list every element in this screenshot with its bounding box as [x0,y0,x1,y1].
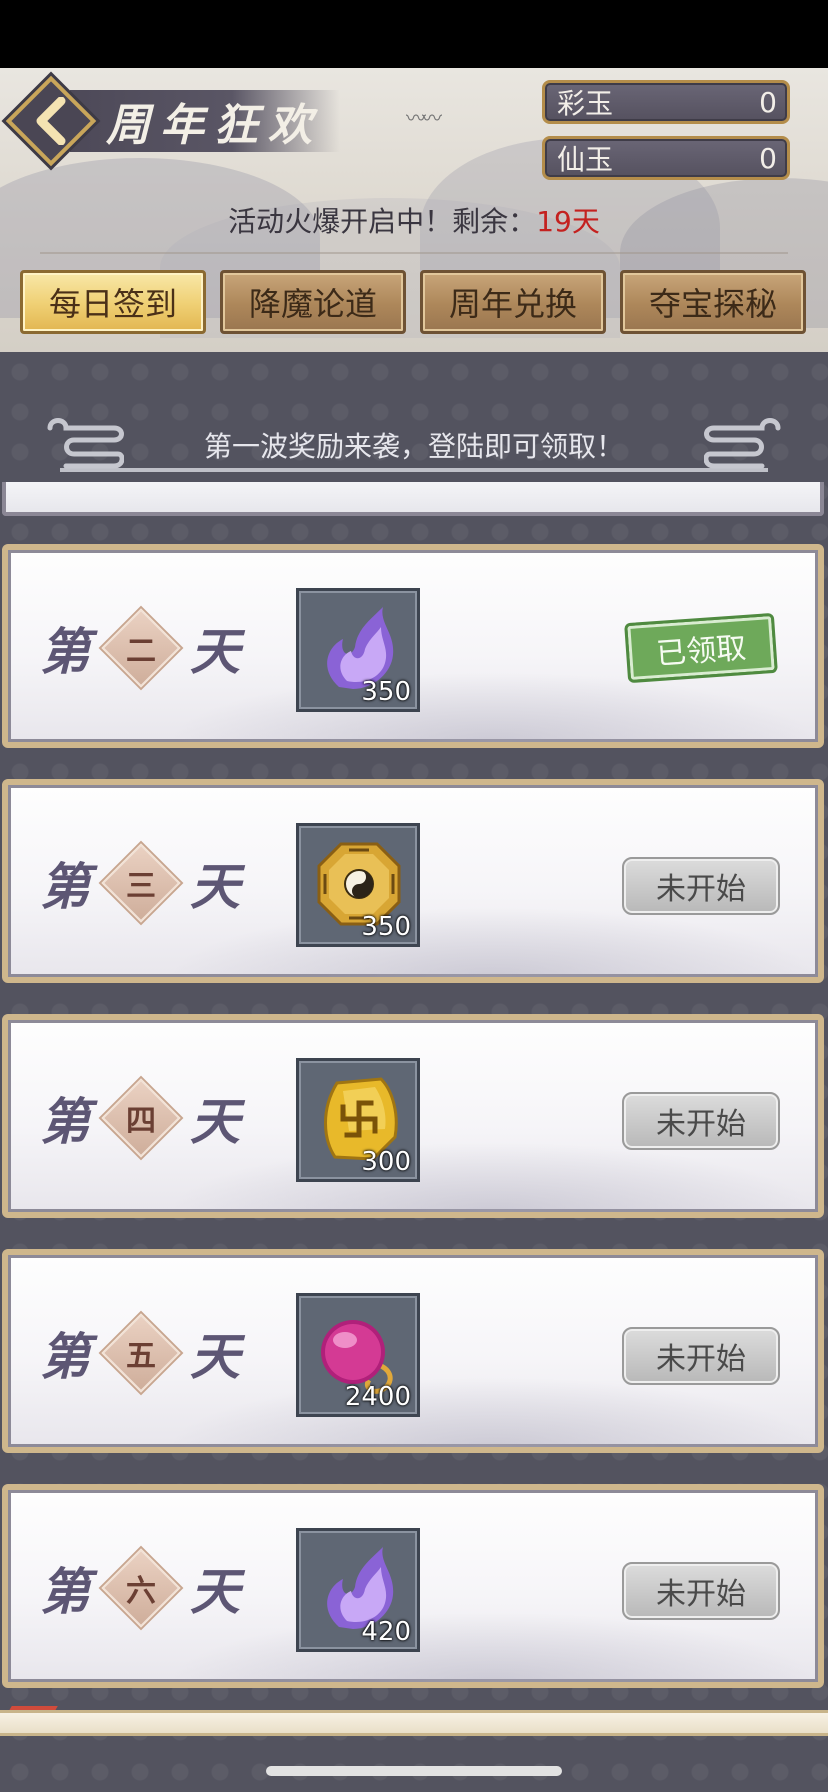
day-card: 第 六 天 420 未开始 [2,1484,824,1688]
bottom-scroll-strip [0,1710,828,1736]
day-label: 第 四 天 [40,1078,240,1158]
scroll-ornament-icon [47,418,124,469]
day-label: 第 三 天 [40,843,240,923]
day-number: 六 [126,1574,156,1609]
day-number: 三 [126,869,156,904]
day-suffix: 天 [190,1327,240,1386]
item-count: 300 [361,1147,411,1177]
day-number: 二 [126,634,156,669]
day-number-badge: 四 [108,1085,174,1151]
item-count: 420 [361,1617,411,1647]
day-suffix: 天 [190,622,240,681]
day-suffix: 天 [190,1562,240,1621]
not-started-button[interactable]: 未开始 [622,857,780,915]
currency-name: 彩玉 [557,87,614,120]
header: 周年狂欢 〰〰 彩玉 0 仙玉 0 活动火爆开启中！剩余：19天 每日签到 降魔… [0,68,828,352]
day-prefix: 第 [40,857,90,916]
day-suffix: 天 [190,857,240,916]
day-label: 第 五 天 [40,1313,240,1393]
currency-caiyu: 彩玉 0 [542,80,790,124]
mist-bg [168,1612,818,1682]
day-card: 第 五 天 2400 未开始 [2,1249,824,1453]
birds-icon: 〰〰 [406,106,442,130]
tab-anniversary-exchange[interactable]: 周年兑换 [420,270,606,334]
tab-bar: 每日签到 降魔论道 周年兑换 夺宝探秘 [20,270,810,334]
claimed-badge: 已领取 [624,612,778,684]
day-prefix: 第 [40,1092,90,1151]
activity-status: 活动火爆开启中！剩余：19天 [0,200,828,240]
day-card-partial [2,482,824,516]
notice-line [60,468,768,472]
day-number: 四 [126,1104,156,1139]
currency-xianyu: 仙玉 0 [542,136,790,180]
currency-value: 0 [759,85,777,119]
reward-item[interactable]: 420 [296,1528,420,1652]
currency-name: 仙玉 [557,143,614,176]
day-suffix: 天 [190,1092,240,1151]
tab-demon-debate[interactable]: 降魔论道 [220,270,406,334]
reward-item[interactable]: 350 [296,823,420,947]
day-label: 第 六 天 [40,1548,240,1628]
day-prefix: 第 [40,1327,90,1386]
page-title: 周年狂欢 [106,100,322,151]
currency-value: 0 [759,141,777,175]
item-count: 350 [361,912,411,942]
scroll-ornament-icon [704,418,781,469]
not-started-button[interactable]: 未开始 [622,1562,780,1620]
day-number: 五 [126,1339,156,1374]
activity-status-text: 活动火爆开启中！剩余： [228,205,537,238]
day-number-badge: 六 [108,1555,174,1621]
day-number-badge: 三 [108,850,174,916]
mist-bg [168,672,818,742]
reward-item[interactable]: 300 [296,1058,420,1182]
day-label: 第 二 天 [40,608,240,688]
day-card: 第 二 天 350 已领取 [2,544,824,748]
item-count: 350 [361,677,411,707]
home-indicator[interactable] [266,1766,562,1776]
notice-banner: 第一波奖励来袭，登陆即可领取！ [0,410,828,480]
notice-text: 第一波奖励来袭，登陆即可领取！ [203,430,624,463]
tab-treasure-hunt[interactable]: 夺宝探秘 [620,270,806,334]
tab-daily-signin[interactable]: 每日签到 [20,270,206,334]
remaining-days: 19天 [536,205,600,238]
back-button[interactable] [5,75,97,167]
day-prefix: 第 [40,622,90,681]
mist-bg [168,1142,818,1212]
not-started-button[interactable]: 未开始 [622,1092,780,1150]
day-prefix: 第 [40,1562,90,1621]
chevron-left-icon [36,97,66,145]
mist-bg [168,1377,818,1447]
item-count: 2400 [344,1382,411,1412]
divider [40,252,788,254]
not-started-button[interactable]: 未开始 [622,1327,780,1385]
day-number-badge: 五 [108,1320,174,1386]
reward-item[interactable]: 2400 [296,1293,420,1417]
reward-item[interactable]: 350 [296,588,420,712]
day-number-badge: 二 [108,615,174,681]
mist-bg [168,907,818,977]
title-banner: 周年狂欢 [70,90,340,152]
day-card: 第 四 天 300 未开始 [2,1014,824,1218]
status-bar [0,0,828,68]
day-card: 第 三 天 350 未开始 [2,779,824,983]
